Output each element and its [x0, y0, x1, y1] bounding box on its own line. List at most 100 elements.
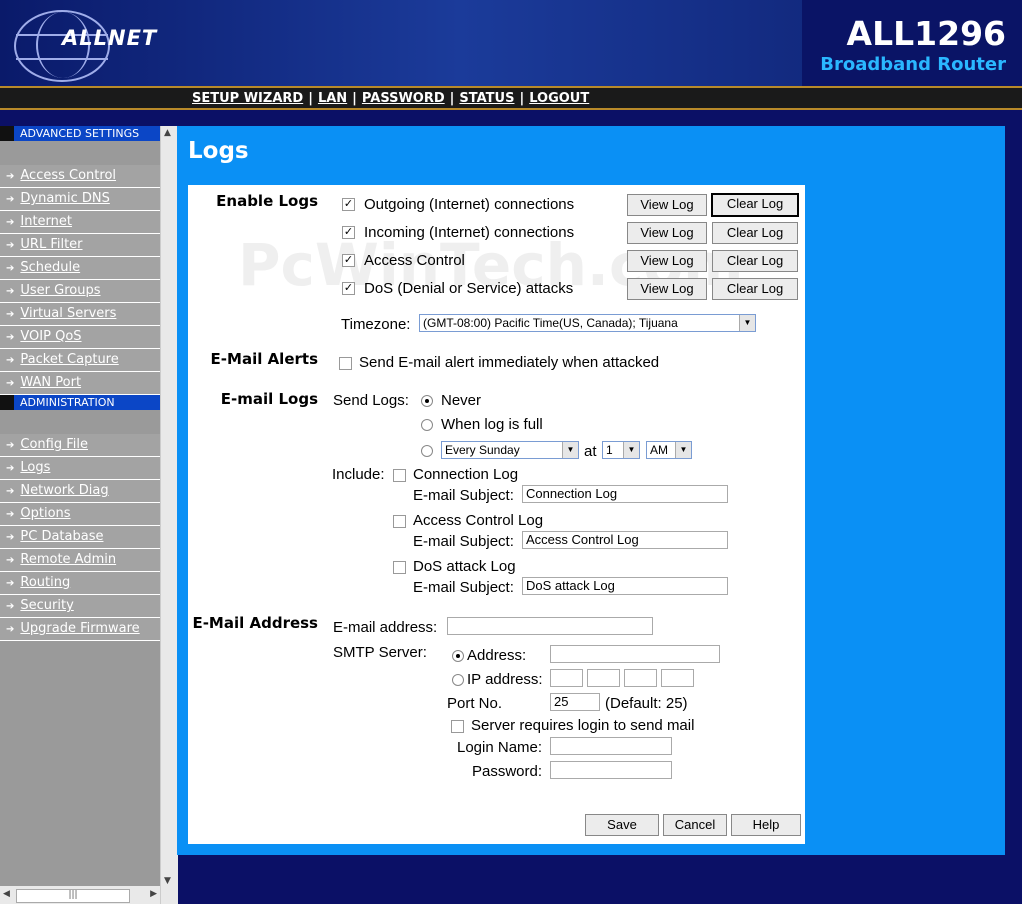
incoming-log-label: Incoming (Internet) connections — [364, 224, 575, 241]
include-connection-checkbox[interactable] — [393, 469, 406, 482]
server-login-checkbox[interactable] — [451, 720, 464, 733]
sidebar-item-virtual-servers[interactable]: ➔ Virtual Servers — [0, 303, 160, 326]
arrow-right-icon: ➔ — [6, 286, 15, 297]
scroll-right-icon[interactable]: ▶ — [150, 889, 157, 899]
schedule-ampm-select[interactable]: AM ▼ — [646, 441, 692, 459]
view-log-outgoing-button[interactable]: View Log — [627, 194, 707, 216]
arrow-right-icon: ➔ — [6, 171, 15, 182]
password-input[interactable] — [550, 761, 672, 779]
include-label: Include: — [332, 466, 385, 483]
port-input[interactable]: 25 — [550, 693, 600, 711]
chevron-down-icon[interactable]: ▼ — [739, 315, 755, 331]
clear-log-outgoing-button[interactable]: Clear Log — [711, 193, 799, 217]
smtp-ip-radio[interactable] — [452, 674, 464, 686]
sidebar-item-wan-port[interactable]: ➔ WAN Port — [0, 372, 160, 395]
sidebar-item-pc-database[interactable]: ➔ PC Database — [0, 526, 160, 549]
login-name-label: Login Name: — [457, 739, 543, 756]
scroll-thumb[interactable]: ||| — [16, 889, 130, 903]
vertical-scrollbar[interactable]: ▲ ▼ — [160, 126, 178, 904]
sidebar-item-network-diag[interactable]: ➔ Network Diag — [0, 480, 160, 503]
header-banner: ALLNET ALL1296 Broadband Router — [0, 0, 1022, 86]
smtp-address-input[interactable] — [550, 645, 720, 663]
sidebar-item-label: URL Filter — [20, 237, 83, 252]
access-control-log-checkbox[interactable]: ✓ — [342, 254, 355, 267]
enable-logs-label: Enable Logs — [216, 192, 318, 210]
nav-lan[interactable]: LAN — [318, 91, 347, 106]
page-title: Logs — [188, 138, 249, 164]
smtp-ip-octet-1[interactable] — [550, 669, 583, 687]
sidebar-item-dynamic-dns[interactable]: ➔ Dynamic DNS — [0, 188, 160, 211]
sidebar-item-label: PC Database — [20, 529, 104, 544]
arrow-right-icon: ➔ — [6, 355, 15, 366]
view-log-incoming-button[interactable]: View Log — [627, 222, 707, 244]
chevron-down-icon[interactable]: ▼ — [675, 442, 691, 458]
login-name-input[interactable] — [550, 737, 672, 755]
main-content: Logs PcWinTech.com Enable Logs ✓ Outgoin… — [177, 126, 1005, 855]
nav-separator: | — [449, 91, 455, 106]
horizontal-scrollbar[interactable]: ◀ ||| ▶ — [0, 886, 160, 904]
sidebar-item-security[interactable]: ➔ Security — [0, 595, 160, 618]
sidebar-item-url-filter[interactable]: ➔ URL Filter — [0, 234, 160, 257]
top-nav: SETUP WIZARD | LAN | PASSWORD | STATUS | LOGOUT — [0, 86, 1022, 110]
cancel-button[interactable]: Cancel — [663, 814, 727, 836]
sidebar-item-user-groups[interactable]: ➔ User Groups — [0, 280, 160, 303]
clear-log-access-button[interactable]: Clear Log — [712, 250, 798, 272]
scroll-down-icon[interactable]: ▼ — [164, 876, 171, 886]
arrow-right-icon: ➔ — [6, 240, 15, 251]
clear-log-dos-button[interactable]: Clear Log — [712, 278, 798, 300]
email-alert-checkbox[interactable] — [339, 357, 352, 370]
scroll-up-icon[interactable]: ▲ — [164, 128, 171, 138]
sidebar-item-routing[interactable]: ➔ Routing — [0, 572, 160, 595]
outgoing-log-label: Outgoing (Internet) connections — [364, 196, 575, 213]
sidebar-item-remote-admin[interactable]: ➔ Remote Admin — [0, 549, 160, 572]
include-access-control-checkbox[interactable] — [393, 515, 406, 528]
email-address-field-label: E-mail address: — [333, 619, 438, 636]
include-dos-checkbox[interactable] — [393, 561, 406, 574]
sidebar-item-packet-capture[interactable]: ➔ Packet Capture — [0, 349, 160, 372]
send-never-radio[interactable] — [421, 395, 433, 407]
arrow-right-icon: ➔ — [6, 332, 15, 343]
send-when-full-label: When log is full — [441, 416, 543, 433]
chevron-down-icon[interactable]: ▼ — [562, 442, 578, 458]
password-label: Password: — [472, 763, 543, 780]
sidebar-item-label: Network Diag — [20, 483, 109, 498]
outgoing-log-checkbox[interactable]: ✓ — [342, 198, 355, 211]
access-control-log-label: Access Control — [364, 252, 465, 269]
schedule-hour-select[interactable]: 1 ▼ — [602, 441, 640, 459]
dos-subject-input[interactable]: DoS attack Log — [522, 577, 728, 595]
sidebar-item-config-file[interactable]: ➔ Config File — [0, 434, 160, 457]
dos-log-checkbox[interactable]: ✓ — [342, 282, 355, 295]
save-button[interactable]: Save — [585, 814, 659, 836]
connection-subject-input[interactable]: Connection Log — [522, 485, 728, 503]
sidebar-item-options[interactable]: ➔ Options — [0, 503, 160, 526]
nav-logout[interactable]: LOGOUT — [529, 91, 589, 106]
timezone-select[interactable]: (GMT-08:00) Pacific Time(US, Canada); Ti… — [419, 314, 756, 332]
smtp-ip-octet-4[interactable] — [661, 669, 694, 687]
smtp-ip-octet-2[interactable] — [587, 669, 620, 687]
clear-log-incoming-button[interactable]: Clear Log — [712, 222, 798, 244]
schedule-day-select[interactable]: Every Sunday ▼ — [441, 441, 579, 459]
access-control-subject-input[interactable]: Access Control Log — [522, 531, 728, 549]
smtp-address-radio[interactable] — [452, 650, 464, 662]
view-log-access-button[interactable]: View Log — [627, 250, 707, 272]
email-address-input[interactable] — [447, 617, 653, 635]
send-scheduled-radio[interactable] — [421, 445, 433, 457]
nav-setup-wizard[interactable]: SETUP WIZARD — [192, 91, 303, 106]
help-button[interactable]: Help — [731, 814, 801, 836]
nav-status[interactable]: STATUS — [459, 91, 514, 106]
sidebar-item-access-control[interactable]: ➔ Access Control — [0, 165, 160, 188]
sidebar-item-logs[interactable]: ➔ Logs — [0, 457, 160, 480]
sidebar-item-schedule[interactable]: ➔ Schedule — [0, 257, 160, 280]
sidebar-item-voip-qos[interactable]: ➔ VOIP QoS — [0, 326, 160, 349]
nav-password[interactable]: PASSWORD — [362, 91, 445, 106]
sidebar-item-internet[interactable]: ➔ Internet — [0, 211, 160, 234]
scroll-left-icon[interactable]: ◀ — [3, 889, 10, 899]
view-log-dos-button[interactable]: View Log — [627, 278, 707, 300]
incoming-log-checkbox[interactable]: ✓ — [342, 226, 355, 239]
smtp-ip-octet-3[interactable] — [624, 669, 657, 687]
send-when-full-radio[interactable] — [421, 419, 433, 431]
sidebar-item-upgrade-firmware[interactable]: ➔ Upgrade Firmware — [0, 618, 160, 641]
model-box: ALL1296 Broadband Router — [802, 0, 1022, 86]
schedule-hour-value: 1 — [606, 443, 613, 457]
chevron-down-icon[interactable]: ▼ — [623, 442, 639, 458]
